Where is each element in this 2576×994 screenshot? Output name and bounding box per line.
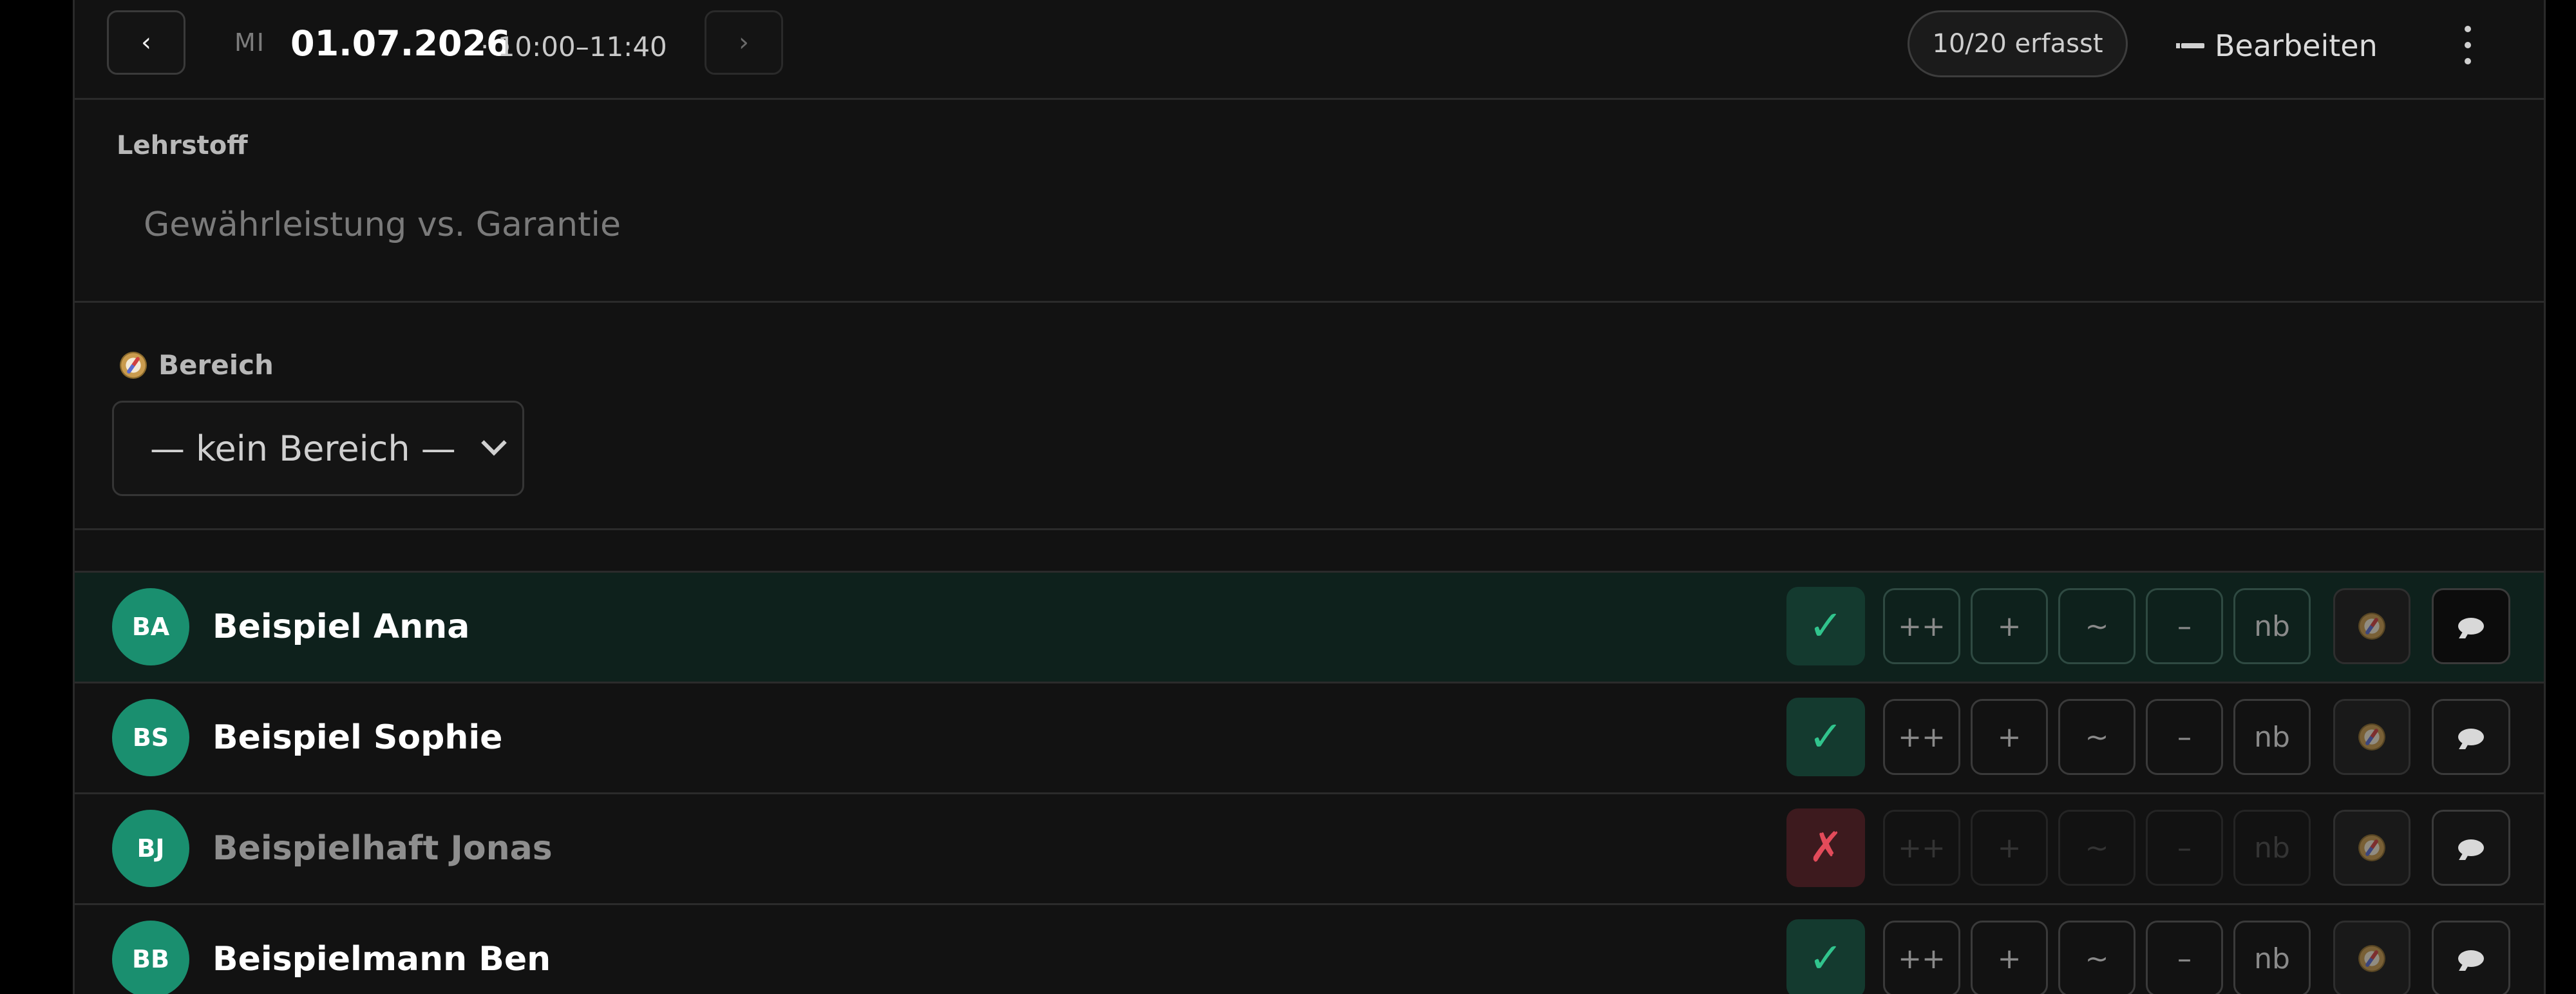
- grade-plus-button[interactable]: +: [1971, 588, 2048, 664]
- compass-icon: [2358, 613, 2385, 640]
- speech-bubble-icon: [2458, 729, 2484, 745]
- grade-double-plus-button[interactable]: ++: [1883, 588, 1960, 664]
- grade-plus-button[interactable]: +: [1971, 921, 2048, 994]
- present-toggle-button[interactable]: ✓: [1786, 587, 1865, 665]
- grade-tilde-button[interactable]: ~: [2058, 588, 2136, 664]
- grade-double-plus-button[interactable]: ++: [1883, 810, 1960, 886]
- grade-tilde-button[interactable]: ~: [2058, 921, 2136, 994]
- comment-button[interactable]: [2432, 810, 2510, 886]
- comment-button[interactable]: [2432, 699, 2510, 775]
- grade-nb-button[interactable]: nb: [2233, 699, 2311, 775]
- more-menu-button[interactable]: [2455, 26, 2481, 64]
- lesson-time: · 10:00–11:40: [480, 31, 667, 62]
- bereich-section: Bereich — kein Bereich —: [75, 303, 2544, 530]
- student-name: Beispielhaft Jonas: [213, 829, 553, 868]
- grade-minus-button[interactable]: –: [2146, 810, 2223, 886]
- chevron-down-icon: [481, 430, 507, 456]
- lehrstoff-input[interactable]: [142, 205, 2463, 245]
- speech-bubble-icon: [2458, 618, 2484, 635]
- bereich-heading: Bereich: [120, 349, 274, 381]
- student-area-button[interactable]: [2333, 588, 2410, 664]
- student-area-button[interactable]: [2333, 921, 2410, 994]
- absent-toggle-button[interactable]: ✗: [1786, 808, 1865, 887]
- edit-button[interactable]: Bearbeiten: [2176, 23, 2378, 68]
- present-toggle-button[interactable]: ✓: [1786, 919, 1865, 994]
- compass-icon: [2358, 834, 2385, 861]
- student-name: Beispiel Anna: [213, 607, 470, 646]
- bereich-label: Bereich: [158, 349, 274, 381]
- lesson-header: ‹ MI 01.07.2026 · 10:00–11:40 › 10/20 er…: [75, 0, 2544, 100]
- grade-tilde-button[interactable]: ~: [2058, 699, 2136, 775]
- bereich-selected-value: — kein Bereich —: [150, 428, 456, 469]
- compass-icon: [120, 351, 147, 379]
- avatar: BA: [112, 588, 189, 665]
- grade-double-plus-button[interactable]: ++: [1883, 921, 1960, 994]
- student-row[interactable]: BA Beispiel Anna ✓ ++ + ~ – nb: [75, 571, 2544, 682]
- comment-button[interactable]: [2432, 921, 2510, 994]
- chevron-right-icon: ›: [739, 28, 749, 57]
- chevron-left-icon: ‹: [141, 28, 151, 57]
- avatar: BJ: [112, 810, 189, 887]
- bereich-select[interactable]: — kein Bereich —: [112, 401, 524, 496]
- student-list: BA Beispiel Anna ✓ ++ + ~ – nb BS Beispiel Sophie…: [75, 571, 2544, 994]
- student-row[interactable]: BJ Beispielhaft Jonas ✗ ++ + ~ – nb: [75, 792, 2544, 903]
- recorded-count-badge[interactable]: 10/20 erfasst: [1908, 10, 2128, 77]
- lehrstoff-section: Lehrstoff: [75, 100, 2544, 303]
- grade-nb-button[interactable]: nb: [2233, 588, 2311, 664]
- more-vertical-icon: [2465, 26, 2471, 32]
- compass-icon: [2358, 723, 2385, 750]
- pencil-icon: [2176, 39, 2206, 53]
- grade-nb-button[interactable]: nb: [2233, 810, 2311, 886]
- lesson-date: 01.07.2026: [290, 23, 511, 64]
- lesson-panel: ‹ MI 01.07.2026 · 10:00–11:40 › 10/20 er…: [73, 0, 2546, 994]
- grade-double-plus-button[interactable]: ++: [1883, 699, 1960, 775]
- avatar: BB: [112, 921, 189, 994]
- previous-lesson-button[interactable]: ‹: [107, 10, 185, 75]
- student-row[interactable]: BS Beispiel Sophie ✓ ++ + ~ – nb: [75, 682, 2544, 792]
- student-name: Beispielmann Ben: [213, 940, 551, 979]
- comment-button[interactable]: [2432, 588, 2510, 664]
- next-lesson-button[interactable]: ›: [705, 10, 783, 75]
- student-area-button[interactable]: [2333, 810, 2410, 886]
- edit-label: Bearbeiten: [2215, 28, 2378, 63]
- grade-tilde-button[interactable]: ~: [2058, 810, 2136, 886]
- grade-plus-button[interactable]: +: [1971, 699, 2048, 775]
- avatar: BS: [112, 699, 189, 776]
- grade-minus-button[interactable]: –: [2146, 588, 2223, 664]
- compass-icon: [2358, 945, 2385, 972]
- weekday-label: MI: [234, 28, 265, 57]
- grade-plus-button[interactable]: +: [1971, 810, 2048, 886]
- speech-bubble-icon: [2458, 839, 2484, 856]
- lehrstoff-label: Lehrstoff: [117, 131, 248, 160]
- grade-minus-button[interactable]: –: [2146, 921, 2223, 994]
- student-name: Beispiel Sophie: [213, 718, 503, 757]
- grade-minus-button[interactable]: –: [2146, 699, 2223, 775]
- present-toggle-button[interactable]: ✓: [1786, 698, 1865, 776]
- student-area-button[interactable]: [2333, 699, 2410, 775]
- speech-bubble-icon: [2458, 950, 2484, 967]
- student-row[interactable]: BB Beispielmann Ben ✓ ++ + ~ – nb: [75, 903, 2544, 994]
- grade-nb-button[interactable]: nb: [2233, 921, 2311, 994]
